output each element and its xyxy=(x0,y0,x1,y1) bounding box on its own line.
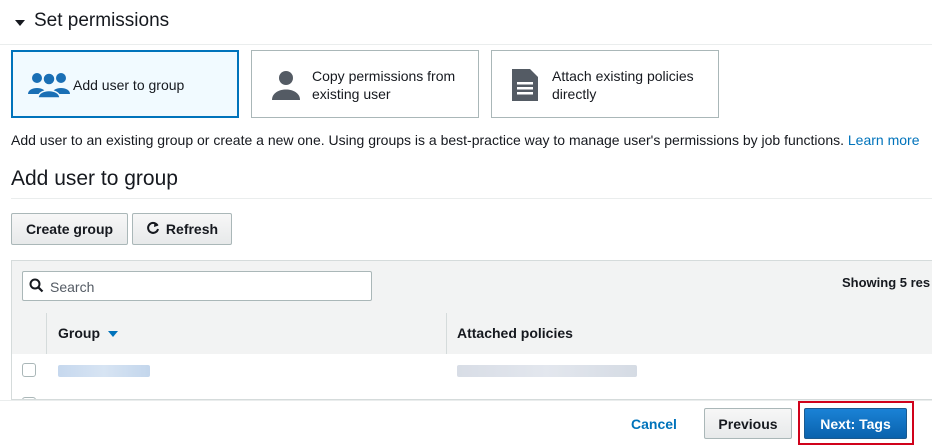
option-attach-policies[interactable]: Attach existing policies directly xyxy=(491,50,719,118)
search-input[interactable] xyxy=(48,277,362,297)
divider xyxy=(11,198,932,199)
sort-descending-icon[interactable] xyxy=(108,331,118,338)
search-box[interactable] xyxy=(22,271,372,301)
header-checkbox-column xyxy=(12,313,47,354)
next-label: Next: Tags xyxy=(820,415,891,432)
user-icon xyxy=(270,69,302,106)
refresh-label: Refresh xyxy=(165,221,219,237)
result-count: Showing 5 res xyxy=(842,275,931,290)
document-icon xyxy=(511,68,539,107)
column-separator xyxy=(446,313,447,354)
caret-down-icon[interactable] xyxy=(15,20,25,26)
users-group-icon xyxy=(27,70,71,105)
group-name-redacted[interactable] xyxy=(58,365,150,377)
learn-more-link[interactable]: Learn more xyxy=(848,132,920,148)
previous-label: Previous xyxy=(718,415,778,432)
search-icon xyxy=(29,278,44,298)
option-add-user-to-group[interactable]: Add user to group xyxy=(11,50,239,118)
column-header-label: Group xyxy=(58,325,100,341)
option-copy-permissions[interactable]: Copy permissions from existing user xyxy=(251,50,479,118)
option-label: Add user to group xyxy=(73,77,185,93)
groups-table: Showing 5 res Group Attached policies xyxy=(11,260,932,400)
row-checkbox[interactable] xyxy=(22,363,36,377)
cancel-button[interactable]: Cancel xyxy=(631,416,677,432)
table-row[interactable] xyxy=(12,388,932,399)
section-header[interactable]: Set permissions xyxy=(0,0,932,45)
footer-bar: Cancel Previous Next: Tags xyxy=(0,400,932,445)
description: Add user to an existing group or create … xyxy=(11,132,919,148)
column-header-attached-policies[interactable]: Attached policies xyxy=(457,325,573,341)
attached-policies-redacted xyxy=(457,365,637,377)
refresh-icon xyxy=(146,221,160,238)
previous-button[interactable]: Previous xyxy=(704,408,792,439)
subsection-title: Add user to group xyxy=(11,167,178,190)
table-header: Group Attached policies xyxy=(12,313,932,355)
description-text: Add user to an existing group or create … xyxy=(11,132,844,148)
refresh-button[interactable]: Refresh xyxy=(132,213,232,245)
table-toolbar: Showing 5 res xyxy=(12,261,932,314)
section-title: Set permissions xyxy=(34,10,170,31)
next-tags-button[interactable]: Next: Tags xyxy=(804,408,907,439)
option-label: Copy permissions from existing user xyxy=(312,68,456,102)
create-group-button[interactable]: Create group xyxy=(11,213,128,245)
column-header-group[interactable]: Group xyxy=(58,325,118,341)
table-row[interactable] xyxy=(12,354,932,389)
create-group-label: Create group xyxy=(25,221,114,237)
option-label: Attach existing policies directly xyxy=(552,68,694,102)
